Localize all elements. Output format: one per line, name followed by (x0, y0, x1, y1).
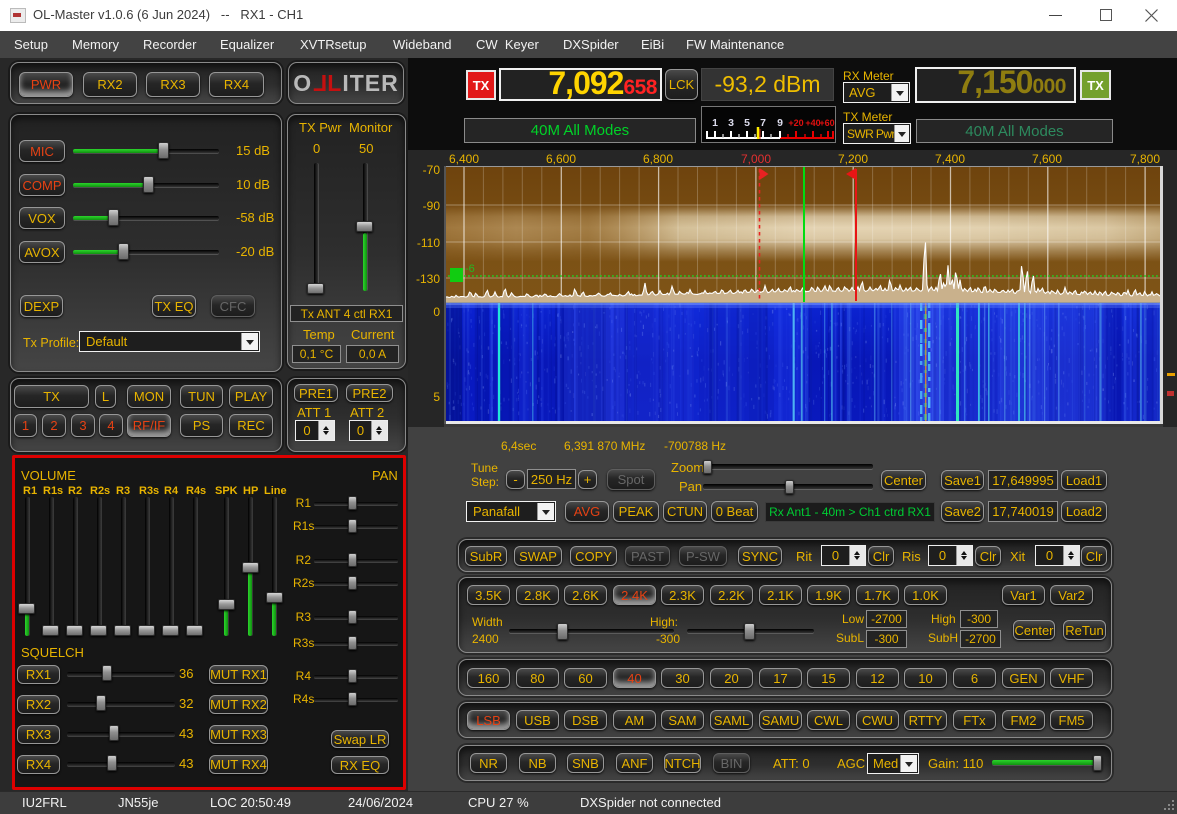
svg-text:+20: +20 (788, 118, 803, 128)
svg-text:1: 1 (712, 117, 718, 129)
svg-text:+60: +60 (819, 118, 834, 128)
svg-text:9: 9 (777, 117, 783, 129)
svg-text:5: 5 (744, 117, 750, 129)
svg-text:3: 3 (728, 117, 734, 129)
svg-text:-6: -6 (465, 263, 475, 275)
svg-text:+40: +40 (805, 118, 820, 128)
svg-text:7: 7 (760, 117, 766, 129)
